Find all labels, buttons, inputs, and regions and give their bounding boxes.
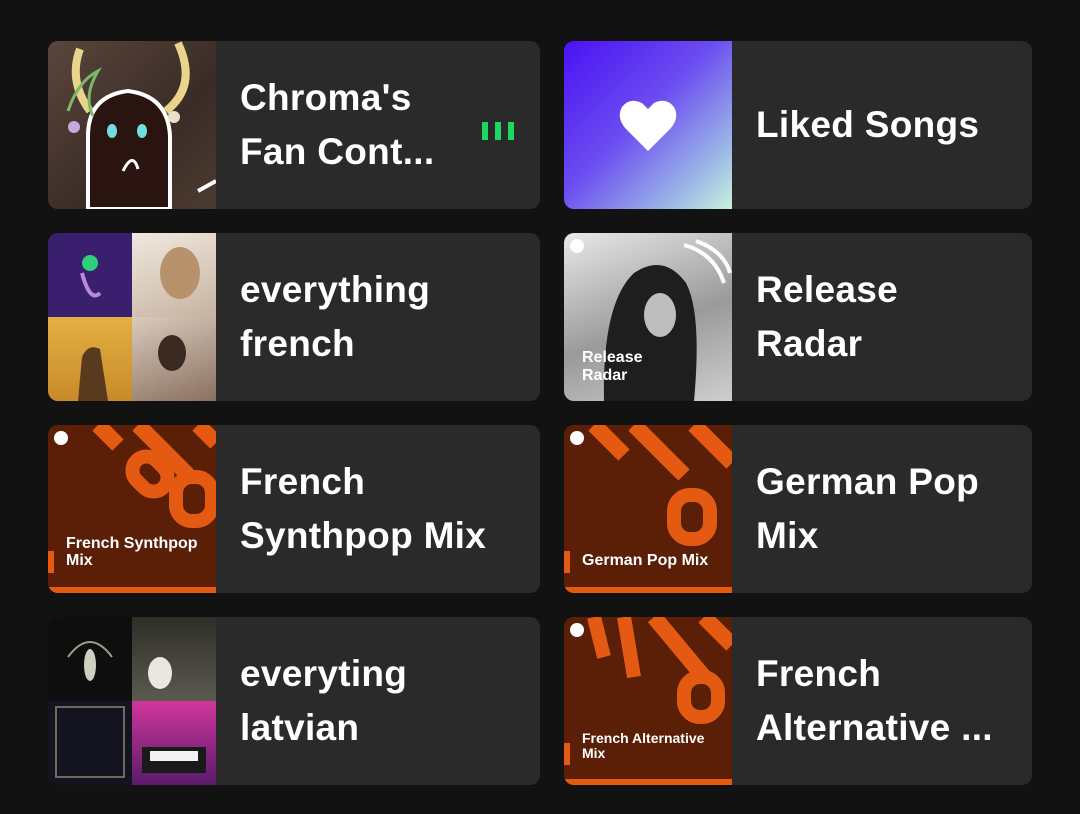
accent-bar-bottom: [564, 779, 732, 785]
playlist-card-liked-songs[interactable]: Liked Songs: [564, 41, 1032, 209]
playlist-title: French Alternative ...: [732, 617, 1032, 785]
title-line-1: German Pop: [756, 461, 979, 502]
release-radar-cover: Release Radar: [564, 233, 732, 401]
collage-tile-3: [48, 701, 132, 785]
playlist-title: French Synthpop Mix: [216, 425, 540, 593]
title-line-1: everything: [240, 269, 431, 310]
collage-tile-2: [132, 617, 216, 701]
collage-tile-2: [132, 233, 216, 317]
title-line-2: french: [240, 323, 355, 364]
accent-bar-bottom: [48, 587, 216, 593]
playlist-collage: [48, 617, 216, 785]
playlist-title: Release Radar: [732, 233, 1032, 401]
playlist-card-chromas-fan-content[interactable]: Chroma's Fan Cont...: [48, 41, 540, 209]
playlist-title: Liked Songs: [732, 41, 1032, 209]
playlist-card-release-radar[interactable]: Release Radar Release Radar: [564, 233, 1032, 401]
cover-caption: French Alternative Mix: [582, 730, 705, 761]
collage-tile-1: [48, 233, 132, 317]
spotify-logo-icon: [570, 623, 584, 637]
title-line-1: everyting: [240, 653, 408, 694]
playlist-title: everyting latvian: [216, 617, 540, 785]
cover-caption: German Pop Mix: [582, 552, 709, 569]
spotify-logo-icon: [570, 431, 584, 445]
title-line-1: French: [756, 653, 882, 694]
playlist-card-french-alternative-mix[interactable]: French Alternative Mix French Alternativ…: [564, 617, 1032, 785]
title-line-1: Liked Songs: [756, 104, 980, 145]
mix-cover: French Synthpop Mix: [48, 425, 216, 593]
title-line-2: latvian: [240, 707, 360, 748]
title-line-2: Alternative ...: [756, 707, 993, 748]
playlist-card-french-synthpop-mix[interactable]: French Synthpop Mix French Synthpop Mix: [48, 425, 540, 593]
title-line-2: Radar: [756, 323, 863, 364]
playlist-card-german-pop-mix[interactable]: German Pop Mix German Pop Mix: [564, 425, 1032, 593]
playlist-card-everything-french[interactable]: everything french: [48, 233, 540, 401]
playlist-collage: [48, 233, 216, 401]
collage-tile-3: [48, 317, 132, 401]
title-line-2: Fan Cont...: [240, 131, 435, 172]
playlist-title: everything french: [216, 233, 540, 401]
cover-caption: Release Radar: [582, 349, 643, 384]
liked-songs-artwork: [564, 41, 732, 209]
title-line-2: Mix: [756, 515, 819, 556]
playlist-card-everyting-latvian[interactable]: everyting latvian: [48, 617, 540, 785]
accent-bar-bottom: [564, 587, 732, 593]
chroma-fan-content-artwork: [48, 41, 216, 209]
mix-cover: French Alternative Mix: [564, 617, 732, 785]
spotify-logo-icon: [570, 239, 584, 253]
title-line-1: Chroma's: [240, 77, 412, 118]
mix-cover: German Pop Mix: [564, 425, 732, 593]
title-line-1: French: [240, 461, 366, 502]
collage-tile-4: [132, 701, 216, 785]
collage-tile-1: [48, 617, 132, 701]
title-line-2: Synthpop Mix: [240, 515, 487, 556]
collage-tile-4: [132, 317, 216, 401]
accent-bar: [564, 551, 570, 573]
accent-bar: [48, 551, 54, 573]
spotify-logo-icon: [54, 431, 68, 445]
cover-caption: French Synthpop Mix: [66, 535, 198, 569]
now-playing-equalizer-icon: [482, 122, 514, 140]
heart-icon: [619, 100, 677, 151]
accent-bar: [564, 743, 570, 765]
title-line-1: Release: [756, 269, 898, 310]
playlist-title: German Pop Mix: [732, 425, 1032, 593]
